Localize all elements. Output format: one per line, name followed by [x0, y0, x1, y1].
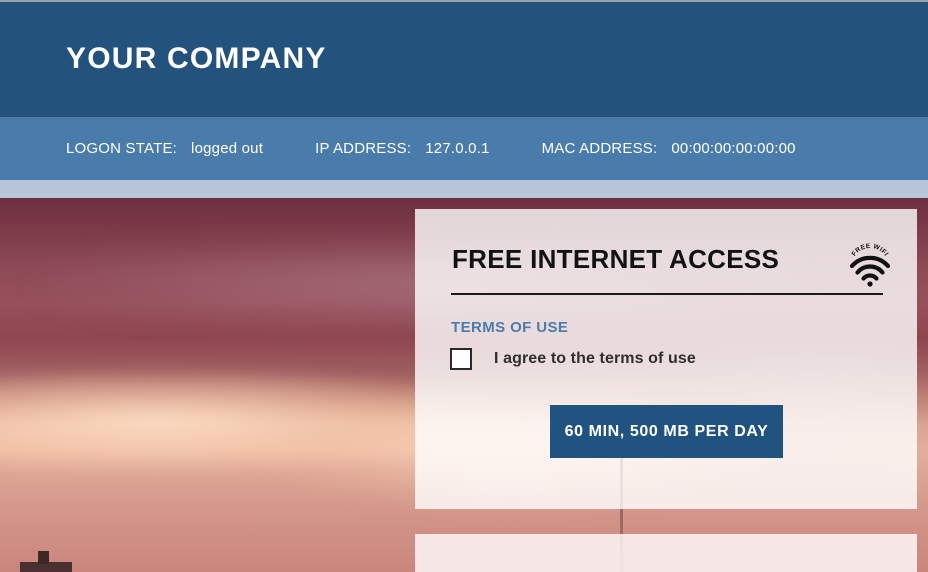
- logon-state-value: logged out: [191, 140, 264, 157]
- card-title: FREE INTERNET ACCESS: [452, 244, 780, 274]
- captive-portal-page: YOUR COMPANY LOGON STATE: logged out IP …: [0, 0, 928, 572]
- status-bar: LOGON STATE: logged out IP ADDRESS: 127.…: [0, 117, 928, 180]
- ip-address-label: IP ADDRESS:: [315, 140, 412, 157]
- free-wifi-badge-text: FREE WIFI: [851, 243, 889, 258]
- status-item-ip-address: IP ADDRESS: 127.0.0.1: [315, 140, 490, 157]
- start-access-button[interactable]: 60 MIN, 500 MB PER DAY: [550, 405, 783, 458]
- status-item-mac-address: MAC ADDRESS: 00:00:00:00:00:00: [542, 140, 796, 157]
- svg-text:FREE WIFI: FREE WIFI: [851, 243, 890, 258]
- mac-address-label: MAC ADDRESS:: [541, 140, 658, 157]
- company-title: YOUR COMPANY: [66, 42, 327, 75]
- agree-terms-row[interactable]: I agree to the terms of use: [450, 348, 696, 370]
- status-items: LOGON STATE: logged out IP ADDRESS: 127.…: [66, 117, 796, 180]
- page-header: YOUR COMPANY: [0, 2, 928, 117]
- secondary-offer-card[interactable]: [415, 534, 917, 572]
- card-divider: [451, 293, 883, 295]
- ip-address-value: 127.0.0.1: [425, 140, 490, 157]
- free-internet-access-card: FREE INTERNET ACCESS FREE WIFI TERMS OF …: [415, 209, 917, 509]
- agree-terms-checkbox[interactable]: [450, 348, 472, 370]
- mac-address-value: 00:00:00:00:00:00: [671, 140, 796, 157]
- chimney-silhouette: [38, 551, 49, 564]
- status-item-logon-state: LOGON STATE: logged out: [66, 140, 263, 157]
- terms-of-use-link[interactable]: TERMS OF USE: [451, 319, 568, 336]
- free-wifi-icon: FREE WIFI: [845, 242, 895, 288]
- agree-terms-label: I agree to the terms of use: [494, 350, 696, 367]
- header-bottom-strip: [0, 180, 928, 198]
- logon-state-label: LOGON STATE:: [66, 140, 178, 157]
